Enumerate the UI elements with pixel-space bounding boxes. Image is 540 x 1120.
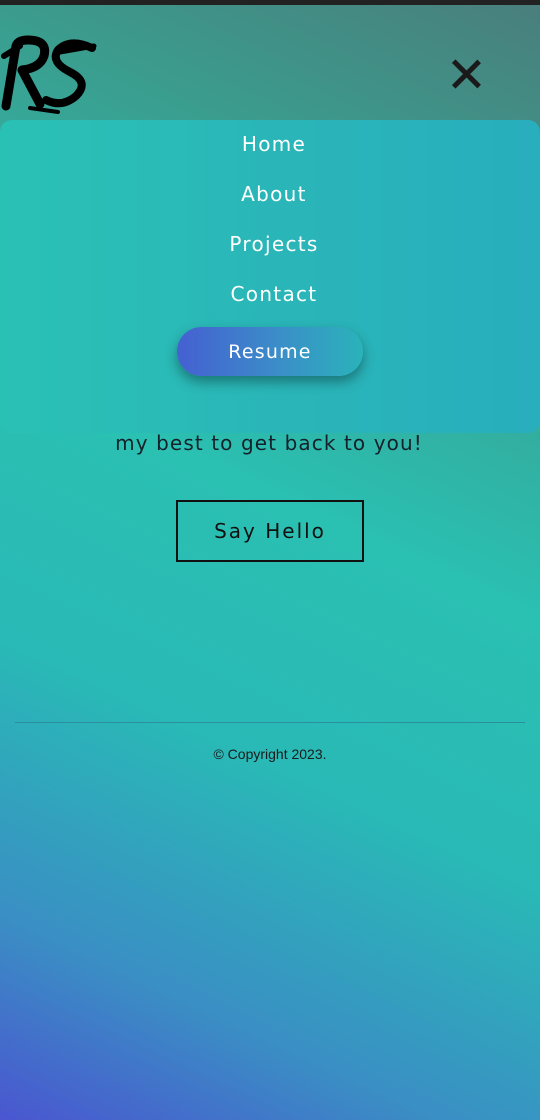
contact-text: my best to get back to you! (115, 431, 423, 455)
nav-menu: Home About Projects Contact Resume (0, 120, 540, 433)
close-icon[interactable] (446, 54, 486, 94)
nav-item-contact[interactable]: Contact (0, 282, 540, 306)
status-bar (0, 0, 540, 5)
nav-item-home[interactable]: Home (0, 132, 540, 156)
logo[interactable] (0, 34, 100, 118)
copyright-text: © Copyright 2023. (213, 746, 327, 762)
say-hello-button[interactable]: Say Hello (176, 500, 364, 562)
resume-button[interactable]: Resume (177, 327, 363, 376)
nav-item-projects[interactable]: Projects (0, 232, 540, 256)
nav-item-about[interactable]: About (0, 182, 540, 206)
footer-divider (15, 722, 525, 723)
